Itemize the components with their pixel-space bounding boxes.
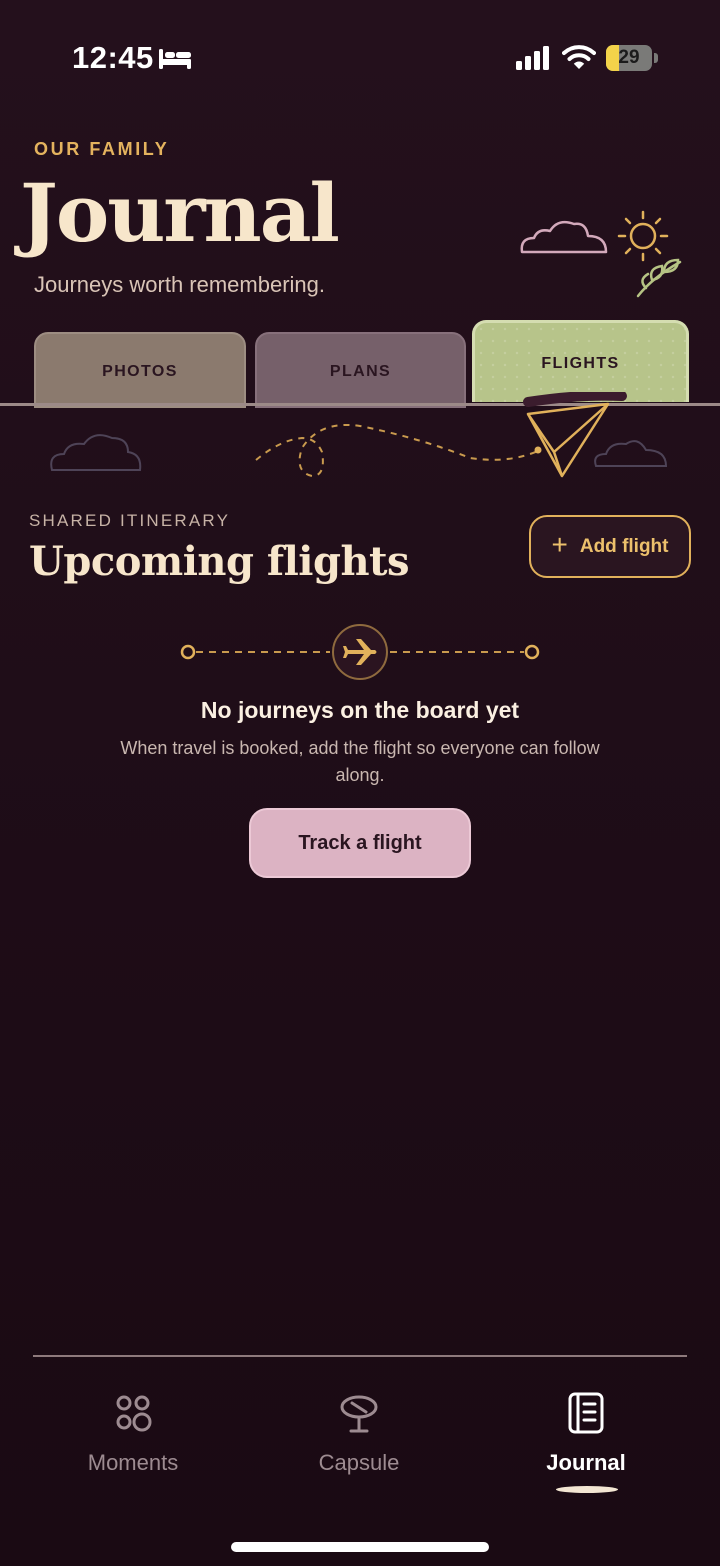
journal-screen: 12:45 29 OUR FAMILY Journal Journeys wor… <box>0 0 720 1566</box>
nav-item-moments[interactable]: Moments <box>33 1392 233 1492</box>
cloud-icon <box>50 434 142 471</box>
add-flight-label: Add flight <box>579 535 669 557</box>
sleep-focus-icon <box>159 49 191 69</box>
battery-indicator: 29 <box>606 45 658 71</box>
empty-state-description: When travel is booked, add the flight so… <box>120 738 600 785</box>
flight-path <box>255 424 541 478</box>
nav-divider <box>33 1355 687 1357</box>
nav-label-journal: Journal <box>546 1450 626 1475</box>
moments-icon <box>116 1395 152 1432</box>
leaf-icon <box>636 258 682 298</box>
home-indicator[interactable] <box>231 1542 489 1552</box>
nav-label-capsule: Capsule <box>318 1450 400 1475</box>
journal-icon <box>568 1392 604 1434</box>
page-title: Journal <box>20 166 340 260</box>
section-eyebrow: SHARED ITINERARY <box>29 511 231 530</box>
track-flight-button[interactable]: Track a flight <box>249 808 471 878</box>
cloud-icon <box>594 440 668 467</box>
capsule-icon <box>340 1395 378 1433</box>
section-title: Upcoming flights <box>29 538 410 585</box>
header-eyebrow: OUR FAMILY <box>34 139 170 159</box>
battery-level: 29 <box>618 47 640 68</box>
page-subtitle: Journeys worth remembering. <box>34 272 326 297</box>
empty-state-title: No journeys on the board yet <box>200 697 520 723</box>
status-time: 12:45 <box>72 40 154 75</box>
nav-item-capsule[interactable]: Capsule <box>259 1392 459 1492</box>
cellular-signal-icon <box>516 46 549 70</box>
status-bar: 12:45 29 <box>0 0 720 110</box>
route-line-illustration <box>180 624 540 680</box>
sun-icon <box>617 210 669 262</box>
tab-flights[interactable]: FLIGHTS <box>472 320 689 402</box>
weather-illustration <box>520 210 682 298</box>
paper-plane-illustration <box>50 392 668 478</box>
nav-selected-indicator <box>556 1486 618 1493</box>
nav-label-moments: Moments <box>87 1450 179 1475</box>
cloud-icon <box>520 220 608 254</box>
add-flight-button[interactable]: + Add flight <box>529 515 691 578</box>
nav-item-journal[interactable]: Journal <box>486 1392 686 1492</box>
plus-icon: + <box>551 529 568 560</box>
wifi-icon <box>562 45 596 69</box>
